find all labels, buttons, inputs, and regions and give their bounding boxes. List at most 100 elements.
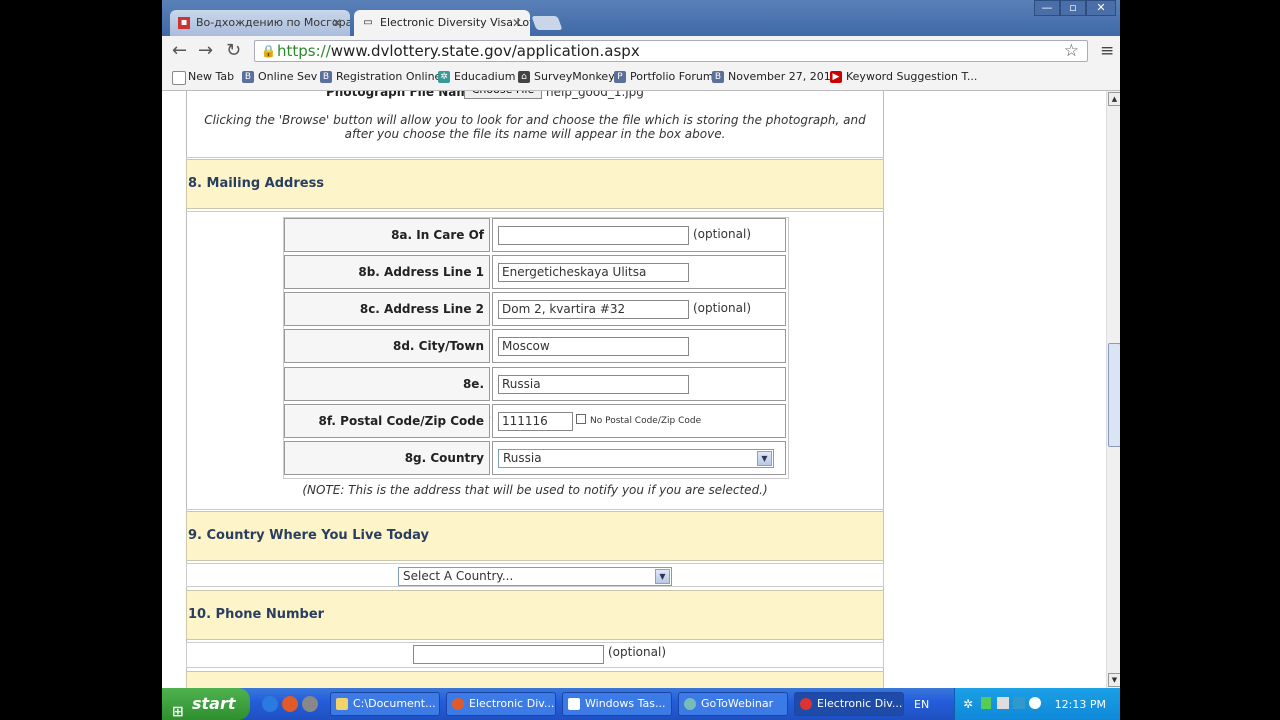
close-icon[interactable]: ✕ xyxy=(332,10,342,36)
no-postal-checkbox[interactable] xyxy=(576,414,586,424)
tab-inactive[interactable]: ▪ Во-дхождению по Мосгорадо ✕ xyxy=(170,10,350,36)
firefox-icon[interactable] xyxy=(282,696,298,712)
tray-app-icon[interactable] xyxy=(1029,697,1041,709)
country-select-value: Russia xyxy=(503,451,542,465)
tray-app-icon[interactable] xyxy=(1013,697,1025,709)
url-text: https://www.dvlottery.state.gov/applicat… xyxy=(277,42,640,60)
tray-app-icon[interactable] xyxy=(997,697,1009,709)
choose-file-button[interactable]: Choose File xyxy=(464,91,542,99)
bookmark-item[interactable]: B Online Sev xyxy=(242,70,317,84)
bookmark-item[interactable]: B Registration Online xyxy=(320,70,441,84)
close-icon[interactable]: ✕ xyxy=(512,10,522,36)
field-label: 8b. Address Line 1 xyxy=(284,255,490,289)
chrome-icon xyxy=(800,698,812,710)
bookmark-icon: B xyxy=(712,71,724,83)
address-row: 8f. Postal Code/Zip Code 111116 No Posta… xyxy=(284,404,788,440)
reload-icon[interactable]: ↻ xyxy=(226,41,241,61)
bookmark-item[interactable]: ⌂ SurveyMonkey xyxy=(518,70,615,84)
flag-icon: ▪ xyxy=(178,17,190,29)
scroll-thumb[interactable] xyxy=(1108,343,1120,447)
screen: ▪ Во-дхождению по Мосгорадо ✕ ▭ Electron… xyxy=(162,0,1120,720)
optional-hint: (optional) xyxy=(693,301,751,315)
taskbar-item[interactable]: Electronic Div... xyxy=(446,692,556,716)
app-icon[interactable] xyxy=(302,696,318,712)
phone-input[interactable] xyxy=(413,645,604,664)
page-content: Photograph File Name Choose File help_go… xyxy=(162,91,1106,688)
bookmark-icon: P xyxy=(614,71,626,83)
tab-active[interactable]: ▭ Electronic Diversity Visa Lotte ✕ xyxy=(354,10,530,36)
browser-icon xyxy=(452,698,464,710)
clock[interactable]: 12:13 PM xyxy=(1055,698,1106,711)
address-row: 8g. Country Russia ▼ xyxy=(284,441,788,477)
lock-icon: 🔒 xyxy=(261,44,276,58)
address-row: 8e. District/County/Province/State Russi… xyxy=(284,367,788,424)
menu-icon[interactable]: ≡ xyxy=(1100,42,1114,60)
scroll-down-icon[interactable]: ▼ xyxy=(1108,673,1120,687)
tab-title: Во-дхождению по Мосгорадо xyxy=(196,16,350,29)
bookmark-item[interactable]: New Tab xyxy=(172,70,234,85)
folder-icon xyxy=(336,698,348,710)
bookmarks-bar: New Tab B Online Sev B Registration Online… xyxy=(162,66,1120,91)
address-line-2-input[interactable]: Dom 2, kvartira #32 xyxy=(498,300,689,319)
network-icon[interactable]: ✲ xyxy=(963,697,973,711)
section-9-header: 9. Country Where You Live Today xyxy=(186,511,884,561)
page-icon xyxy=(172,71,186,85)
field-cell: 111116 No Postal Code/Zip Code xyxy=(492,404,786,438)
new-tab-button[interactable] xyxy=(531,16,563,30)
field-cell: (optional) xyxy=(492,218,786,252)
close-window-button[interactable]: ✕ xyxy=(1086,0,1116,16)
field-cell: Dom 2, kvartira #32 (optional) xyxy=(492,292,786,326)
language-indicator[interactable]: EN xyxy=(914,698,929,711)
battery-icon[interactable] xyxy=(981,697,991,709)
postal-code-input[interactable]: 111116 xyxy=(498,412,573,431)
field-cell: Russia xyxy=(492,367,786,401)
bookmark-item[interactable]: B November 27, 2012 xyxy=(712,70,838,84)
youtube-icon: ▶ xyxy=(830,71,842,83)
field-cell: Moscow xyxy=(492,329,786,363)
section-10-header: 10. Phone Number xyxy=(186,590,884,640)
field-label: 8e. District/County/Province/State xyxy=(284,367,491,424)
photo-label: Photograph File Name xyxy=(326,91,478,99)
divider xyxy=(186,211,884,212)
maximize-button[interactable]: ▫ xyxy=(1060,0,1086,16)
back-icon[interactable]: ← xyxy=(172,41,187,61)
start-button[interactable]: ⊞ start xyxy=(162,688,250,720)
page-icon: ▭ xyxy=(363,17,373,28)
optional-hint: (optional) xyxy=(608,645,666,659)
bookmark-item[interactable]: ▶ Keyword Suggestion T... xyxy=(830,70,977,84)
photo-file-name: help_good_1.jpg xyxy=(546,91,644,99)
bookmark-item[interactable]: ✲ Educadium xyxy=(438,70,515,84)
browser-toolbar: ← → ↻ 🔒 https://www.dvlottery.state.gov/… xyxy=(162,36,1120,66)
taskbar-item-active[interactable]: Electronic Div... xyxy=(794,692,904,716)
country-select[interactable]: Russia ▼ xyxy=(498,449,774,468)
tab-strip: ▪ Во-дхождению по Мосгорадо ✕ ▭ Electron… xyxy=(162,0,1120,36)
star-icon[interactable]: ☆ xyxy=(1064,41,1079,61)
address-line-1-input[interactable]: Energeticheskaya Ulitsa xyxy=(498,263,689,282)
minimize-button[interactable]: — xyxy=(1034,0,1060,16)
gear-icon: ✲ xyxy=(438,71,450,83)
field-label: 8a. In Care Of xyxy=(284,218,490,252)
address-bar[interactable]: 🔒 https://www.dvlottery.state.gov/applic… xyxy=(254,40,1088,62)
scroll-up-icon[interactable]: ▲ xyxy=(1108,92,1120,106)
in-care-of-input[interactable] xyxy=(498,226,689,245)
chevron-down-icon: ▼ xyxy=(655,569,670,584)
taskbar-item[interactable]: C:\Document... xyxy=(330,692,440,716)
vertical-scrollbar[interactable]: ▲ ▼ xyxy=(1106,91,1120,688)
address-row: 8c. Address Line 2 Dom 2, kvartira #32 (… xyxy=(284,292,788,328)
webinar-icon xyxy=(684,698,696,710)
taskbar-item[interactable]: GoToWebinar xyxy=(678,692,788,716)
window-icon xyxy=(568,698,580,710)
field-cell: Energeticheskaya Ulitsa xyxy=(492,255,786,289)
country-today-select[interactable]: Select A Country... ▼ xyxy=(398,567,672,586)
country-today-value: Select A Country... xyxy=(403,569,514,583)
state-input[interactable]: Russia xyxy=(498,375,689,394)
forward-icon[interactable]: → xyxy=(198,41,213,61)
address-row: 8b. Address Line 1 Energeticheskaya Ulit… xyxy=(284,255,788,291)
tab-title: Electronic Diversity Visa Lotte xyxy=(380,16,530,29)
city-input[interactable]: Moscow xyxy=(498,337,689,356)
divider xyxy=(186,509,884,510)
taskbar-item[interactable]: Windows Tas... xyxy=(562,692,672,716)
bookmark-item[interactable]: P Portfolio Forum xyxy=(614,70,714,84)
optional-hint: (optional) xyxy=(693,227,751,241)
ie-icon[interactable] xyxy=(262,696,278,712)
